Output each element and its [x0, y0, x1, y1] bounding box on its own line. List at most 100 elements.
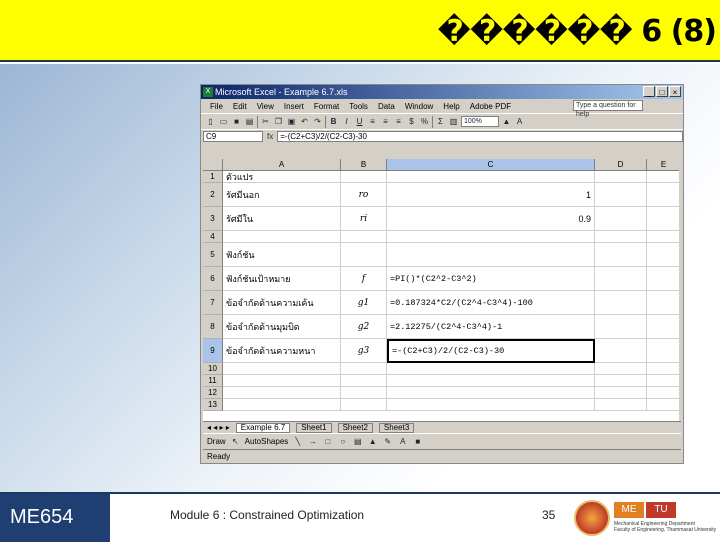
percent-icon[interactable]: % [419, 116, 430, 127]
tab-example-6-7[interactable]: Example 6.7 [235, 422, 291, 433]
cell-b12[interactable] [341, 387, 387, 399]
cell-a7[interactable]: ข้อจำกัดด้านความเค้น [223, 291, 341, 315]
menu-view[interactable]: View [252, 102, 279, 111]
column-header-b[interactable]: B [341, 159, 387, 171]
row-header[interactable]: 6 [203, 267, 223, 291]
cell-d12[interactable] [595, 387, 647, 399]
align-center-icon[interactable]: ≡ [380, 116, 391, 127]
cell-d10[interactable] [595, 363, 647, 375]
undo-icon[interactable]: ↶ [299, 116, 310, 127]
copy-icon[interactable]: ❐ [273, 116, 284, 127]
row-header[interactable]: 12 [203, 387, 223, 399]
cell-b7[interactable]: g1 [341, 291, 387, 315]
cell-c8[interactable]: =2.12275/(C2^4-C3^4)-1 [387, 315, 595, 339]
row-header[interactable]: 3 [203, 207, 223, 231]
menu-tools[interactable]: Tools [344, 102, 373, 111]
menu-insert[interactable]: Insert [279, 102, 309, 111]
cell-b4[interactable] [341, 231, 387, 243]
menu-file[interactable]: File [205, 102, 228, 111]
currency-icon[interactable]: $ [406, 116, 417, 127]
cell-c9[interactable]: =-(C2+C3)/2/(C2-C3)-30 [387, 339, 595, 363]
row-header[interactable]: 13 [203, 399, 223, 411]
cell-e6[interactable] [647, 267, 681, 291]
minimize-icon[interactable]: _ [643, 86, 655, 97]
fill-color-icon[interactable]: ▲ [501, 116, 512, 127]
cell-c5[interactable] [387, 243, 595, 267]
cell-b10[interactable] [341, 363, 387, 375]
cell-d2[interactable] [595, 183, 647, 207]
cell-d7[interactable] [595, 291, 647, 315]
cell-a5[interactable]: ฟังก์ชัน [223, 243, 341, 267]
vertical-scrollbar[interactable] [679, 159, 682, 421]
cell-d8[interactable] [595, 315, 647, 339]
paste-icon[interactable]: ▣ [286, 116, 297, 127]
cell-e11[interactable] [647, 375, 681, 387]
formula-input[interactable]: =-(C2+C3)/2/(C2-C3)-30 [277, 131, 683, 142]
cell-c4[interactable] [387, 231, 595, 243]
italic-icon[interactable]: I [341, 116, 352, 127]
new-icon[interactable]: ▯ [205, 116, 216, 127]
cell-a11[interactable] [223, 375, 341, 387]
redo-icon[interactable]: ↷ [312, 116, 323, 127]
cell-c3[interactable]: 0.9 [387, 207, 595, 231]
cell-b13[interactable] [341, 399, 387, 411]
cell-b1[interactable] [341, 171, 387, 183]
cell-d3[interactable] [595, 207, 647, 231]
menu-edit[interactable]: Edit [228, 102, 252, 111]
cut-icon[interactable]: ✂ [260, 116, 271, 127]
tab-sheet3[interactable]: Sheet3 [378, 422, 415, 433]
menu-format[interactable]: Format [309, 102, 344, 111]
row-header[interactable]: 1 [203, 171, 223, 183]
help-search-input[interactable]: Type a question for help [573, 100, 643, 118]
cell-e8[interactable] [647, 315, 681, 339]
cell-e7[interactable] [647, 291, 681, 315]
cell-d1[interactable] [595, 171, 647, 183]
cell-b2[interactable]: ro [341, 183, 387, 207]
cell-b9[interactable]: g3 [341, 339, 387, 363]
cell-c11[interactable] [387, 375, 595, 387]
align-left-icon[interactable]: ≡ [367, 116, 378, 127]
cell-b5[interactable] [341, 243, 387, 267]
row-header[interactable]: 2 [203, 183, 223, 207]
cell-a8[interactable]: ข้อจำกัดด้านมุมบิด [223, 315, 341, 339]
column-header-d[interactable]: D [595, 159, 647, 171]
tab-scroll-icon[interactable]: ◂ ◂ ▸ ▸ [207, 423, 230, 432]
cell-e4[interactable] [647, 231, 681, 243]
align-right-icon[interactable]: ≡ [393, 116, 404, 127]
arrow-icon[interactable]: → [307, 436, 318, 447]
cell-e9[interactable] [647, 339, 681, 363]
chart-icon[interactable]: ▥ [448, 116, 459, 127]
column-header-a[interactable]: A [223, 159, 341, 171]
excel-titlebar[interactable]: X Microsoft Excel - Example 6.7.xls _ □ … [201, 85, 683, 99]
column-header-e[interactable]: E [647, 159, 681, 171]
cell-c7[interactable]: =0.187324*C2/(C2^4-C3^4)-100 [387, 291, 595, 315]
cell-e13[interactable] [647, 399, 681, 411]
cell-b8[interactable]: g2 [341, 315, 387, 339]
save-icon[interactable]: ■ [231, 116, 242, 127]
cell-a4[interactable] [223, 231, 341, 243]
row-header[interactable]: 5 [203, 243, 223, 267]
autoshapes-menu[interactable]: AutoShapes [245, 437, 289, 446]
draw-menu[interactable]: Draw [207, 437, 226, 446]
menu-window[interactable]: Window [400, 102, 438, 111]
cell-c13[interactable] [387, 399, 595, 411]
cell-a3[interactable]: รัศมีใน [223, 207, 341, 231]
cell-e12[interactable] [647, 387, 681, 399]
cell-d4[interactable] [595, 231, 647, 243]
sum-icon[interactable]: Σ [435, 116, 446, 127]
name-box[interactable]: C9 [203, 131, 263, 142]
row-header[interactable]: 10 [203, 363, 223, 375]
cell-d13[interactable] [595, 399, 647, 411]
cell-b6[interactable]: f [341, 267, 387, 291]
cell-a13[interactable] [223, 399, 341, 411]
maximize-icon[interactable]: □ [656, 86, 668, 97]
select-pointer-icon[interactable]: ↖ [230, 436, 241, 447]
cell-d5[interactable] [595, 243, 647, 267]
cell-d9[interactable] [595, 339, 647, 363]
cell-a1[interactable]: ตัวแปร [223, 171, 341, 183]
cell-e2[interactable] [647, 183, 681, 207]
row-header[interactable]: 9 [203, 339, 223, 363]
row-header[interactable]: 4 [203, 231, 223, 243]
font-color-icon[interactable]: A [397, 436, 408, 447]
shadow-icon[interactable]: ■ [412, 436, 423, 447]
